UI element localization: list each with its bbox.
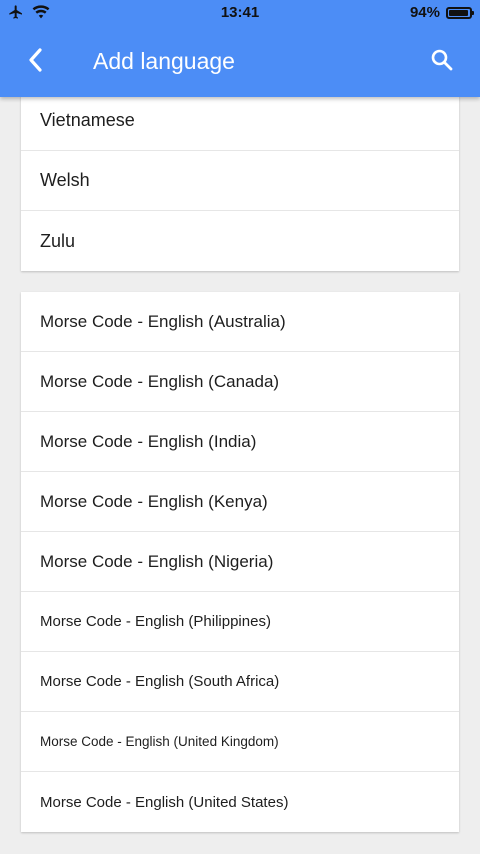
battery-icon	[446, 6, 474, 19]
search-button[interactable]	[424, 44, 460, 80]
page-title: Add language	[93, 48, 235, 74]
status-time: 13:41	[220, 4, 260, 21]
language-item[interactable]: Vietnamese	[21, 91, 459, 151]
language-item[interactable]: Morse Code - English (Australia)	[21, 292, 459, 352]
toolbar: Add language	[0, 26, 480, 97]
back-chevron-icon	[26, 47, 46, 78]
app-bar: 13:41 94% Add language	[0, 0, 480, 97]
battery-fill	[449, 9, 468, 16]
language-item[interactable]: Zulu	[21, 211, 459, 271]
language-item[interactable]: Morse Code - English (United States)	[21, 772, 459, 832]
language-item[interactable]: Morse Code - English (Nigeria)	[21, 532, 459, 592]
language-item[interactable]: Morse Code - English (Kenya)	[21, 472, 459, 532]
status-bar: 13:41 94%	[0, 0, 480, 26]
status-right: 94%	[409, 4, 474, 21]
language-item[interactable]: Morse Code - English (Canada)	[21, 352, 459, 412]
language-item[interactable]: Morse Code - English (India)	[21, 412, 459, 472]
language-item[interactable]: Morse Code - English (South Africa)	[21, 652, 459, 712]
recent-languages-card: Vietnamese Welsh Zulu	[21, 91, 459, 271]
back-button[interactable]	[18, 44, 54, 80]
battery-percent: 94%	[409, 4, 440, 21]
search-icon	[430, 48, 454, 77]
language-item[interactable]: Morse Code - English (Philippines)	[21, 592, 459, 652]
morse-languages-card: Morse Code - English (Australia) Morse C…	[21, 292, 459, 832]
language-item[interactable]: Morse Code - English (United Kingdom)	[21, 712, 459, 772]
language-item[interactable]: Welsh	[21, 151, 459, 211]
